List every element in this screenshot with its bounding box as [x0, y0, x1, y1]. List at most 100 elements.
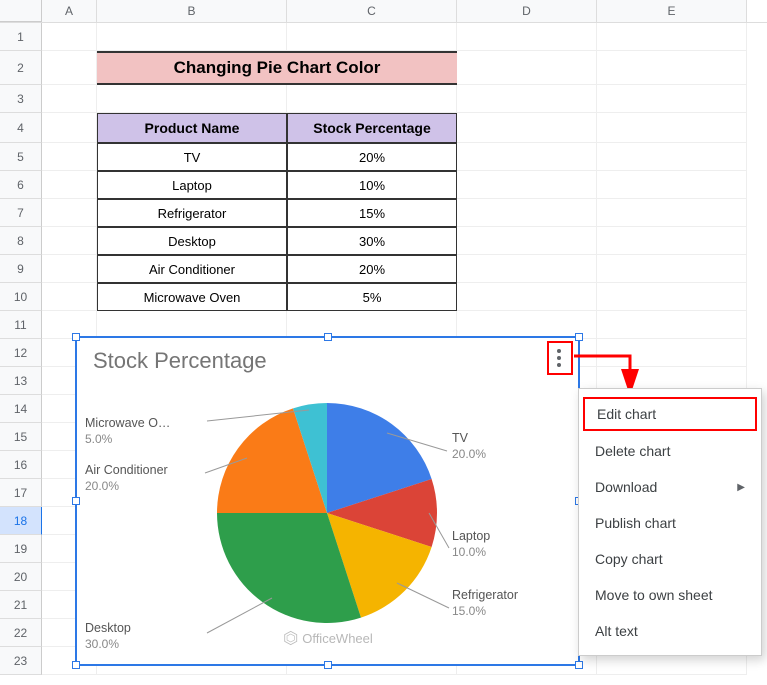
row-header[interactable]: 22	[0, 619, 42, 647]
cell[interactable]	[457, 255, 597, 283]
row-header[interactable]: 13	[0, 367, 42, 395]
table-cell[interactable]: Desktop	[97, 227, 287, 255]
row-header[interactable]: 11	[0, 311, 42, 339]
table-cell[interactable]: 15%	[287, 199, 457, 227]
row-header[interactable]: 16	[0, 451, 42, 479]
cell[interactable]	[97, 311, 287, 339]
cell[interactable]	[597, 227, 747, 255]
menu-edit-chart[interactable]: Edit chart	[583, 397, 757, 431]
table-cell[interactable]: 20%	[287, 255, 457, 283]
cell[interactable]	[97, 85, 287, 113]
table-cell[interactable]: 20%	[287, 143, 457, 171]
row-header[interactable]: 3	[0, 85, 42, 113]
cell[interactable]	[597, 199, 747, 227]
menu-copy-chart[interactable]: Copy chart	[579, 541, 761, 577]
menu-delete-chart[interactable]: Delete chart	[579, 433, 761, 469]
corner-cell[interactable]	[0, 0, 42, 22]
cell[interactable]	[597, 311, 747, 339]
row-header[interactable]: 7	[0, 199, 42, 227]
cell[interactable]	[287, 311, 457, 339]
resize-handle[interactable]	[324, 333, 332, 341]
row-header[interactable]: 19	[0, 535, 42, 563]
col-header-c[interactable]: C	[287, 0, 457, 22]
cell[interactable]	[457, 143, 597, 171]
col-header-d[interactable]: D	[457, 0, 597, 22]
row-header[interactable]: 5	[0, 143, 42, 171]
menu-publish-chart[interactable]: Publish chart	[579, 505, 761, 541]
cell[interactable]	[457, 85, 597, 113]
cell[interactable]	[597, 283, 747, 311]
col-header-e[interactable]: E	[597, 0, 747, 22]
row-header[interactable]: 2	[0, 51, 42, 85]
cell[interactable]	[597, 171, 747, 199]
row-header[interactable]: 23	[0, 647, 42, 675]
cell[interactable]	[287, 85, 457, 113]
col-header-a[interactable]: A	[42, 0, 97, 22]
cell[interactable]	[457, 113, 597, 143]
cell[interactable]	[457, 51, 597, 85]
cell[interactable]	[597, 255, 747, 283]
table-cell[interactable]: Air Conditioner	[97, 255, 287, 283]
row-header[interactable]: 14	[0, 395, 42, 423]
chart-options-button[interactable]	[548, 343, 570, 373]
cell[interactable]	[597, 23, 747, 51]
cell[interactable]	[457, 23, 597, 51]
cell[interactable]	[42, 227, 97, 255]
cell[interactable]	[597, 143, 747, 171]
menu-move-sheet[interactable]: Move to own sheet	[579, 577, 761, 613]
resize-handle[interactable]	[72, 661, 80, 669]
table-header-product[interactable]: Product Name	[97, 113, 287, 143]
menu-alt-text[interactable]: Alt text	[579, 613, 761, 649]
resize-handle[interactable]	[575, 333, 583, 341]
cell[interactable]	[42, 311, 97, 339]
row-header[interactable]: 15	[0, 423, 42, 451]
title-cell[interactable]: Changing Pie Chart Color	[97, 51, 457, 85]
cell[interactable]	[42, 143, 97, 171]
row-header[interactable]: 9	[0, 255, 42, 283]
table-cell[interactable]: 10%	[287, 171, 457, 199]
cell[interactable]	[42, 255, 97, 283]
cell[interactable]	[42, 23, 97, 51]
row-header[interactable]: 20	[0, 563, 42, 591]
row-header[interactable]: 8	[0, 227, 42, 255]
cell[interactable]	[42, 113, 97, 143]
cell[interactable]	[597, 51, 747, 85]
row-header[interactable]: 12	[0, 339, 42, 367]
embedded-chart[interactable]: Stock Percentage	[75, 336, 580, 666]
cell[interactable]	[42, 199, 97, 227]
table-cell[interactable]: 30%	[287, 227, 457, 255]
slice-label-laptop: Laptop10.0%	[452, 529, 490, 560]
row-header[interactable]: 10	[0, 283, 42, 311]
cell[interactable]	[457, 199, 597, 227]
table-cell[interactable]: TV	[97, 143, 287, 171]
cell[interactable]	[97, 23, 287, 51]
cell[interactable]	[42, 171, 97, 199]
pie-chart	[202, 388, 452, 638]
row-header[interactable]: 17	[0, 479, 42, 507]
table-cell[interactable]: Microwave Oven	[97, 283, 287, 311]
table-cell[interactable]: Laptop	[97, 171, 287, 199]
cell[interactable]	[597, 113, 747, 143]
table-header-stock[interactable]: Stock Percentage	[287, 113, 457, 143]
resize-handle[interactable]	[324, 661, 332, 669]
row-header[interactable]: 4	[0, 113, 42, 143]
cell[interactable]	[597, 339, 747, 367]
cell[interactable]	[457, 227, 597, 255]
row-header[interactable]: 21	[0, 591, 42, 619]
cell[interactable]	[457, 171, 597, 199]
menu-download[interactable]: Download ▶	[579, 469, 761, 505]
cell[interactable]	[42, 85, 97, 113]
cell[interactable]	[457, 283, 597, 311]
cell[interactable]	[42, 283, 97, 311]
row-header[interactable]: 18	[0, 507, 42, 535]
cell[interactable]	[597, 85, 747, 113]
row-header[interactable]: 6	[0, 171, 42, 199]
table-cell[interactable]: Refrigerator	[97, 199, 287, 227]
cell[interactable]	[287, 23, 457, 51]
cell[interactable]	[42, 51, 97, 85]
col-header-b[interactable]: B	[97, 0, 287, 22]
resize-handle[interactable]	[72, 333, 80, 341]
table-cell[interactable]: 5%	[287, 283, 457, 311]
resize-handle[interactable]	[575, 661, 583, 669]
row-header[interactable]: 1	[0, 23, 42, 51]
